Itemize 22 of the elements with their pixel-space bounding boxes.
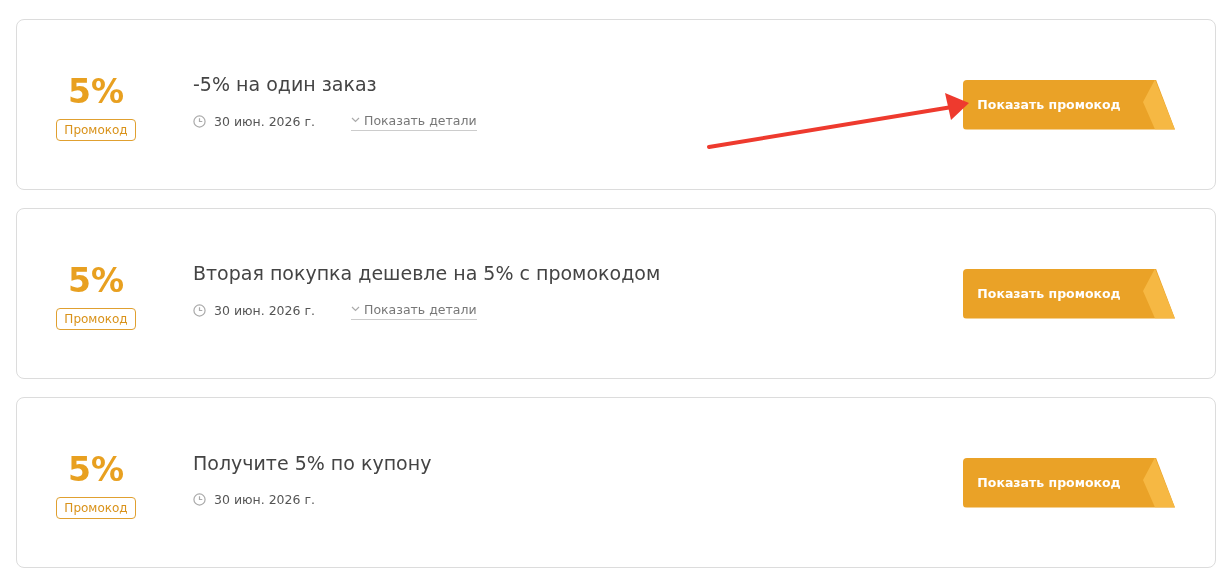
clock-icon — [193, 304, 206, 317]
expiry-date: 30 июн. 2026 г. — [214, 114, 315, 129]
expiry-date: 30 июн. 2026 г. — [214, 303, 315, 318]
show-details-link[interactable]: Показать детали — [351, 301, 477, 320]
show-details-link[interactable]: Показать детали — [351, 112, 477, 131]
discount-value: 5% — [68, 72, 124, 111]
chevron-down-icon — [351, 117, 360, 123]
show-promo-code-button[interactable]: Показать промокод — [963, 268, 1175, 319]
discount-value: 5% — [68, 450, 124, 489]
promo-code-badge: Промокод — [56, 308, 136, 330]
offer-title: Получите 5% по купону — [193, 452, 433, 474]
offer-title: Вторая покупка дешевле на 5% с промокодом — [193, 261, 662, 284]
expiry-date: 30 июн. 2026 г. — [214, 492, 315, 507]
discount-value: 5% — [68, 261, 124, 300]
chevron-down-icon — [351, 306, 360, 312]
offer-title: -5% на один заказ — [193, 72, 378, 95]
show-promo-code-button[interactable]: Показать промокод — [963, 79, 1175, 130]
promo-code-badge: Промокод — [56, 119, 136, 141]
promo-code-badge: Промокод — [56, 497, 136, 519]
show-promo-code-button[interactable]: Показать промокод — [963, 457, 1175, 508]
clock-icon — [193, 493, 206, 506]
clock-icon — [193, 115, 206, 128]
